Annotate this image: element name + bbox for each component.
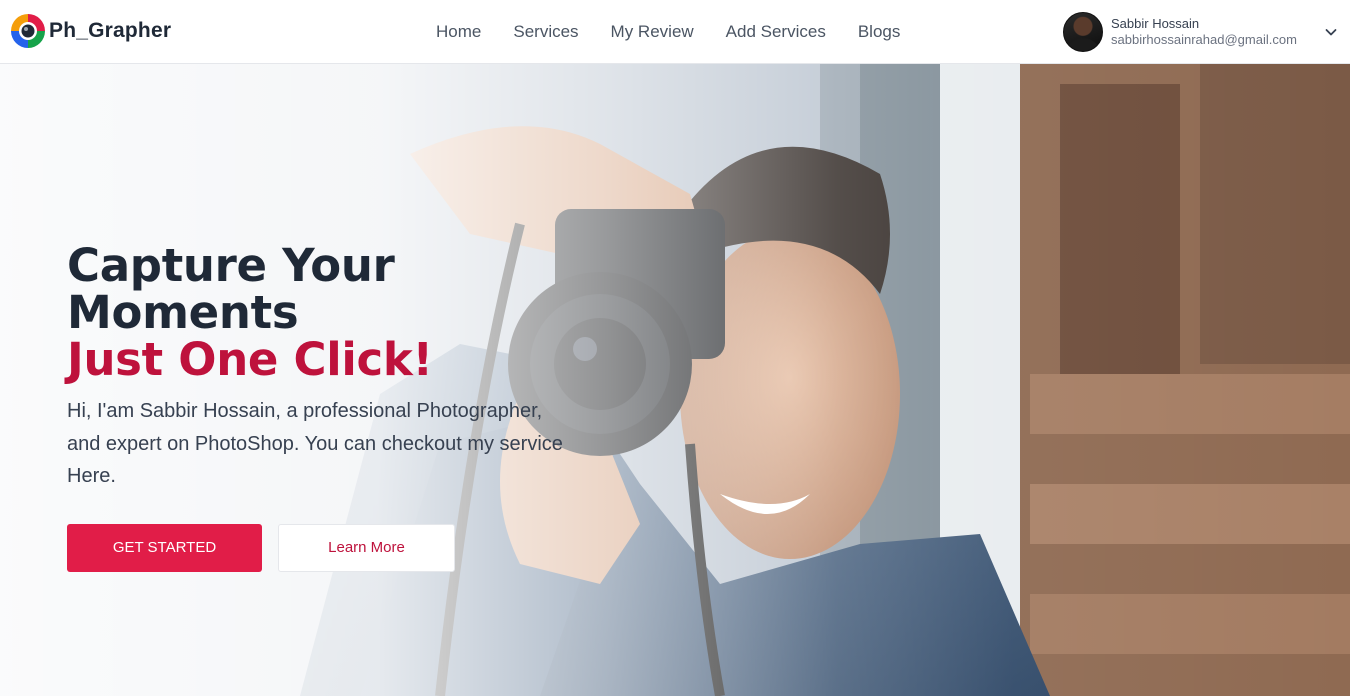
hero-section: Capture Your Moments Just One Click! Hi,… [0, 64, 1350, 696]
nav-link-home[interactable]: Home [420, 16, 497, 48]
main-nav: Home Services My Review Add Services Blo… [420, 0, 916, 64]
nav-link-services[interactable]: Services [497, 16, 594, 48]
user-name: Sabbir Hossain [1111, 16, 1200, 31]
nav-link-blogs[interactable]: Blogs [842, 16, 917, 48]
hero-headline: Capture Your Moments Just One Click! [67, 242, 587, 383]
camera-lens-logo-icon [11, 14, 45, 48]
nav-link-my-review[interactable]: My Review [595, 16, 710, 48]
brand[interactable]: Ph_Grapher [10, 13, 171, 49]
headline-line-1: Capture Your [67, 239, 395, 292]
brand-name: Ph_Grapher [49, 19, 172, 42]
get-started-button[interactable]: GET STARTED [67, 523, 262, 572]
hero-content: Capture Your Moments Just One Click! Hi,… [67, 242, 587, 572]
user-info: Sabbir Hossain sabbirhossainrahad@gmail.… [1111, 16, 1297, 48]
navbar: Ph_Grapher Home Services My Review Add S… [0, 0, 1350, 64]
user-menu[interactable]: Sabbir Hossain sabbirhossainrahad@gmail.… [1050, 12, 1350, 52]
headline-line-2: Moments [67, 286, 299, 339]
learn-more-button[interactable]: Learn More [278, 523, 455, 572]
chevron-down-icon[interactable] [1324, 25, 1338, 39]
cta-row: GET STARTED Learn More [67, 523, 587, 572]
avatar[interactable] [1063, 12, 1103, 52]
user-email: sabbirhossainrahad@gmail.com [1111, 32, 1297, 47]
hero-description: Hi, I'am Sabbir Hossain, a professional … [67, 400, 563, 487]
nav-link-add-services[interactable]: Add Services [710, 16, 842, 48]
headline-accent: Just One Click! [67, 333, 433, 386]
